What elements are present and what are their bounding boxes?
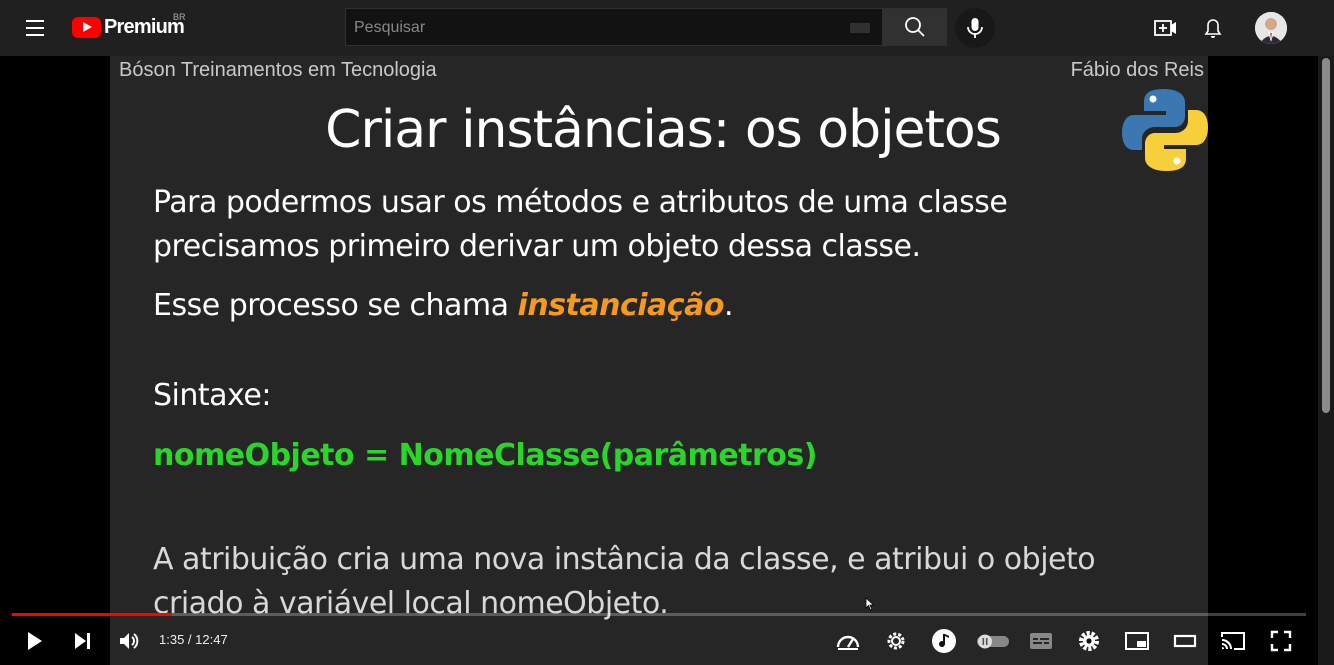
- video-slide: Bóson Treinamentos em Tecnologia Fábio d…: [110, 56, 1208, 665]
- menu-icon[interactable]: [22, 16, 50, 40]
- miniplayer-button[interactable]: [1117, 620, 1157, 662]
- music-icon: [932, 629, 956, 653]
- region-code: BR: [173, 12, 186, 22]
- bell-icon: [1204, 19, 1222, 38]
- slide-author: Fábio dos Reis: [1070, 59, 1204, 81]
- avatar[interactable]: [1255, 12, 1287, 44]
- youtube-play-logo-icon: [72, 17, 101, 38]
- settings-button[interactable]: [1069, 620, 1109, 662]
- volume-button[interactable]: [109, 620, 149, 662]
- logo-text: Premium: [104, 16, 185, 38]
- paragraph-2-prefix: Esse processo se chama: [153, 288, 518, 323]
- search-icon: [905, 17, 925, 37]
- next-button[interactable]: [62, 620, 102, 662]
- miniplayer-icon: [1125, 632, 1149, 650]
- instanciacao-highlight: instanciação: [517, 288, 725, 323]
- search-input[interactable]: [352, 15, 836, 41]
- theater-button[interactable]: [1165, 620, 1205, 662]
- progress-bar[interactable]: [12, 613, 1306, 616]
- slide-paragraph-2: Esse processo se chama instanciação.: [153, 288, 733, 323]
- play-button[interactable]: [14, 620, 54, 662]
- slide-paragraph-1-line-2: precisamos primeiro derivar um objeto de…: [153, 229, 921, 264]
- create-video-icon: [1154, 20, 1176, 36]
- mouse-cursor-icon: [865, 597, 875, 611]
- slide-paragraph-1-line-1: Para podermos usar os métodos e atributo…: [153, 185, 1008, 220]
- user-avatar-icon: [1255, 12, 1287, 44]
- syntax-code: nomeObjeto = NomeClasse(parâmetros): [153, 438, 817, 473]
- subtitles-icon: [1030, 633, 1052, 649]
- page-scrollbar[interactable]: [1318, 56, 1334, 665]
- cast-icon: [1221, 632, 1245, 650]
- autoplay-toggle-icon: [977, 634, 1009, 649]
- time-display: 1:35 / 12:47: [159, 632, 228, 647]
- subtitles-button[interactable]: [1021, 620, 1061, 662]
- slide-brand: Bóson Treinamentos em Tecnologia: [119, 59, 437, 81]
- notifications-button[interactable]: [1193, 8, 1233, 48]
- search-box: [345, 8, 883, 46]
- enhancer-button[interactable]: [876, 620, 916, 662]
- speed-button[interactable]: [828, 620, 868, 662]
- fullscreen-button[interactable]: [1261, 620, 1301, 662]
- create-button[interactable]: [1145, 8, 1185, 48]
- player-controls: 1:35 / 12:47: [0, 620, 1318, 665]
- microphone-icon: [967, 18, 983, 38]
- speed-icon: [836, 635, 860, 650]
- paragraph-2-suffix: .: [723, 288, 734, 323]
- theater-icon: [1173, 634, 1197, 648]
- next-icon: [75, 633, 90, 649]
- gear-alt-icon: [887, 632, 905, 650]
- settings-icon: [1079, 631, 1099, 651]
- voice-search-button[interactable]: [955, 8, 995, 48]
- play-icon: [28, 632, 42, 650]
- autoplay-toggle[interactable]: [973, 620, 1013, 662]
- slide-title: Criar instâncias: os objetos: [325, 100, 1002, 160]
- scrollbar-thumb[interactable]: [1322, 58, 1330, 413]
- keyboard-icon[interactable]: [850, 23, 870, 33]
- fullscreen-icon: [1270, 630, 1292, 652]
- music-button[interactable]: [924, 620, 964, 662]
- slide-paragraph-3-line-1: A atribuição cria uma nova instância da …: [153, 542, 1096, 577]
- top-bar: Premium BR: [0, 0, 1334, 56]
- syntax-label: Sintaxe:: [153, 378, 271, 413]
- video-player[interactable]: Bóson Treinamentos em Tecnologia Fábio d…: [0, 56, 1318, 665]
- volume-icon: [120, 633, 139, 649]
- cast-button[interactable]: [1213, 620, 1253, 662]
- progress-played: [12, 613, 173, 616]
- search-button[interactable]: [883, 8, 947, 46]
